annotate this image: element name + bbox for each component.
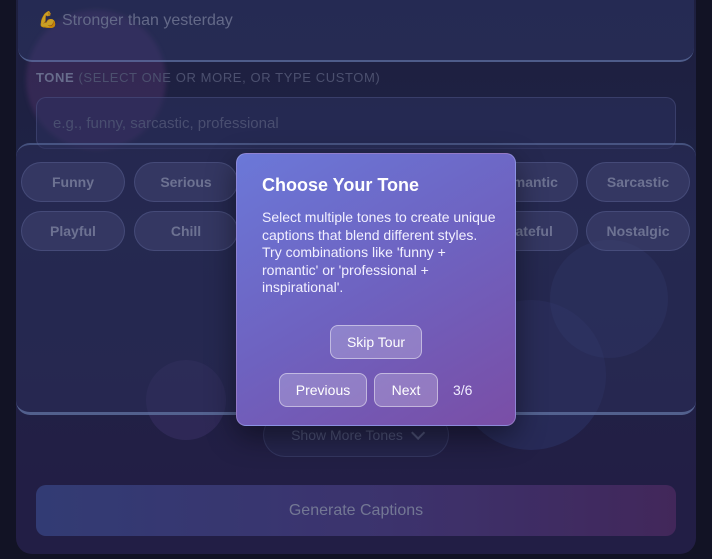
mood-field[interactable] [18,0,694,62]
tone-label-title: TONE [36,70,75,85]
tour-description: Select multiple tones to create unique c… [262,209,496,296]
tour-popover: Choose Your Tone Select multiple tones t… [236,153,516,426]
tone-label: TONE (SELECT ONE OR MORE, OR TYPE CUSTOM… [36,70,380,85]
tour-title: Choose Your Tone [262,175,420,195]
tone-chip-funny[interactable]: Funny [21,162,125,202]
next-button[interactable]: Next [374,373,438,407]
tone-chip-sarcastic[interactable]: Sarcastic [586,162,690,202]
tone-chip-serious[interactable]: Serious [134,162,238,202]
tone-chip-nostalgic[interactable]: Nostalgic [586,211,690,251]
tone-chip-chill[interactable]: Chill [134,211,238,251]
custom-tone-input[interactable] [36,97,676,149]
mood-text: Stronger than yesterday [62,12,233,29]
previous-button[interactable]: Previous [279,373,367,407]
tour-progress: 3/6 [453,382,473,398]
chevron-down-icon [410,425,426,440]
show-more-label: Show More Tones [291,427,403,443]
flexed-biceps-icon: 💪 [38,12,58,29]
generate-captions-button[interactable]: Generate Captions [36,485,676,536]
tone-label-hint: (SELECT ONE OR MORE, OR TYPE CUSTOM) [78,70,381,85]
tone-chip-playful[interactable]: Playful [21,211,125,251]
mood-value: 💪 Stronger than yesterday [38,12,233,30]
skip-tour-button[interactable]: Skip Tour [330,325,422,359]
